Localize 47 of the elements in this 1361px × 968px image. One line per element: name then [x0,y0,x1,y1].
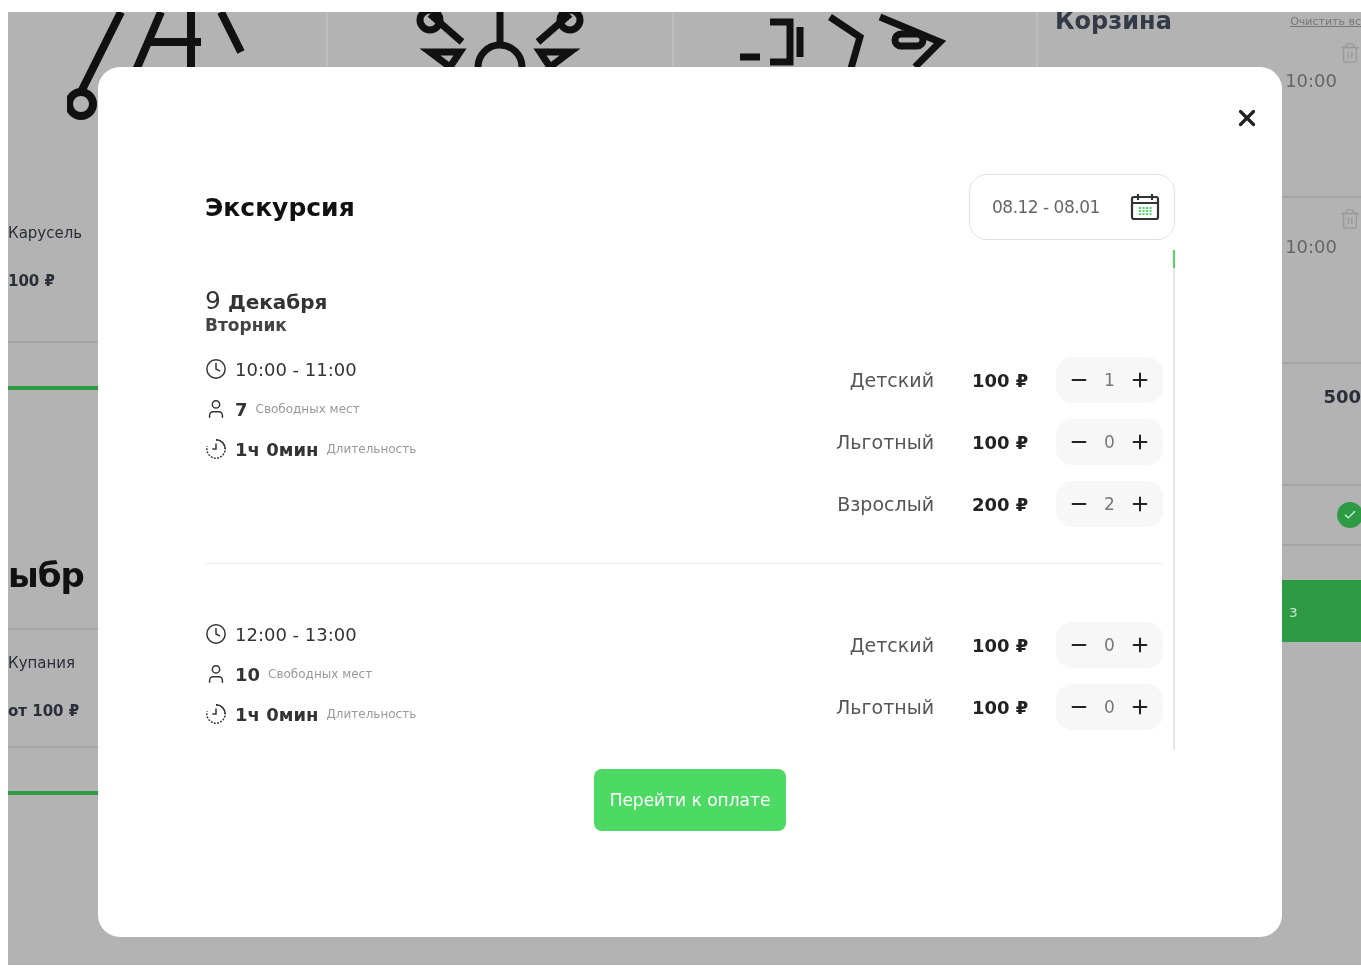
timer-icon [205,703,227,725]
calendar-icon [1130,192,1160,222]
ticket-count: 1 [1104,370,1115,390]
free-seats-label: Свободных мест [255,402,360,416]
ticket-type: Взрослый [836,493,934,515]
section-heading: ыбр [8,554,84,597]
cart-title: Корзина [1055,12,1172,35]
clock-icon [205,358,227,380]
timer-icon [205,438,227,460]
pay-button[interactable]: Перейти к оплате [593,769,787,831]
ticket-count: 0 [1104,697,1115,717]
card-price: 100 ₽ [8,272,56,290]
ticket-price: 100 ₽ [972,431,1030,453]
duration-label: Длительность [326,707,417,721]
ticket-price: 200 ₽ [972,493,1030,515]
duration-value: 1ч 0мин [235,703,319,725]
day-weekday: Вторник [205,315,288,335]
ticket-price: 100 ₽ [972,696,1030,718]
ticket-price: 100 ₽ [972,634,1030,656]
free-seats-count: 10 [235,663,261,685]
ticket-price: 100 ₽ [972,369,1030,391]
duration-value: 1ч 0мин [235,438,319,460]
free-seats-label: Свободных мест [268,667,373,681]
card-title: Карусель [8,224,84,242]
ticket-count: 0 [1104,432,1115,452]
card-price: от 100 ₽ [8,702,81,720]
check-icon [1343,508,1357,522]
slot-time: 10:00 - 11:00 [235,358,357,380]
duration-label: Длительность [326,442,417,456]
date-range-field[interactable]: 08.12 - 08.01 [969,174,1175,240]
day-date: 9 Декабря [205,286,329,315]
card-title: Купания [8,654,77,672]
confirm-checkbox[interactable] [1337,502,1361,528]
cart-total: 500 [1323,386,1361,409]
clear-cart-link[interactable]: Очистить вс [1290,14,1361,28]
ticket-type: Детский [848,369,934,391]
dialog-title: Экскурсия [205,192,355,222]
ticket-type: Льготный [835,431,934,453]
ticket-count: 0 [1104,635,1115,655]
ticket-type: Детский [848,634,934,656]
free-seats-count: 7 [235,398,248,420]
slot-time: 12:00 - 13:00 [235,623,357,645]
clock-icon [205,623,227,645]
cart-item-time: 10:00 [1285,236,1337,257]
cart-item-time: 10:00 [1285,70,1337,91]
ticket-type: Льготный [835,696,934,718]
ticket-count: 2 [1104,494,1115,514]
